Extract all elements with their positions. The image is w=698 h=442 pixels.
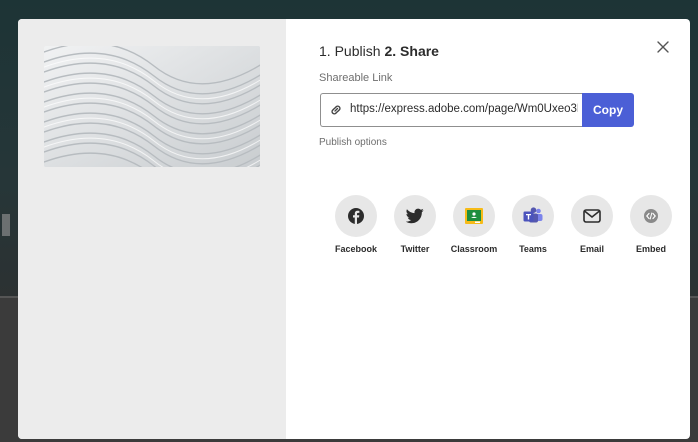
shareable-link-field[interactable]: https://express.adobe.com/page/Wm0Uxeo3N… [320,93,582,127]
shareable-link-label: Shareable Link [319,72,393,84]
link-icon [331,105,341,115]
share-email-button[interactable]: Email [566,195,618,254]
step-publish[interactable]: 1. Publish [319,43,380,59]
close-button[interactable] [655,39,671,55]
share-embed-button[interactable]: Embed [625,195,677,254]
classroom-icon [465,208,483,224]
step-share[interactable]: 2. Share [384,43,438,59]
classroom-icon-circle [453,195,495,237]
copy-button[interactable]: Copy [582,93,634,127]
twitter-label: Twitter [400,244,430,254]
twitter-icon [406,208,424,224]
classroom-label: Classroom [450,244,498,254]
share-classroom-button[interactable]: Classroom [448,195,500,254]
facebook-icon [348,208,364,224]
share-pane: 1. Publish 2. Share Shareable Link https:… [286,19,690,439]
page-thumbnail [44,46,260,167]
email-icon [583,209,601,223]
backdrop-partial-text [2,214,10,236]
embed-icon [644,209,658,223]
publish-options-label: Publish options [319,137,387,148]
teams-icon-circle [512,195,554,237]
twitter-icon-circle [394,195,436,237]
teams-label: Teams [519,244,547,254]
email-icon-circle [571,195,613,237]
facebook-icon-circle [335,195,377,237]
link-url-text: https://express.adobe.com/page/Wm0Uxeo3N… [350,103,578,115]
email-label: Email [579,244,604,254]
embed-label: Embed [635,244,666,254]
preview-pane [18,19,286,439]
publish-share-dialog: 1. Publish 2. Share Shareable Link https:… [18,19,690,439]
facebook-label: Facebook [334,244,377,254]
embed-icon-circle [630,195,672,237]
close-icon [657,41,669,53]
share-twitter-button[interactable]: Twitter [389,195,441,254]
share-teams-button[interactable]: Teams [507,195,559,254]
dialog-title: 1. Publish 2. Share [319,43,439,59]
share-facebook-button[interactable]: Facebook [330,195,382,254]
teams-icon [523,207,543,223]
